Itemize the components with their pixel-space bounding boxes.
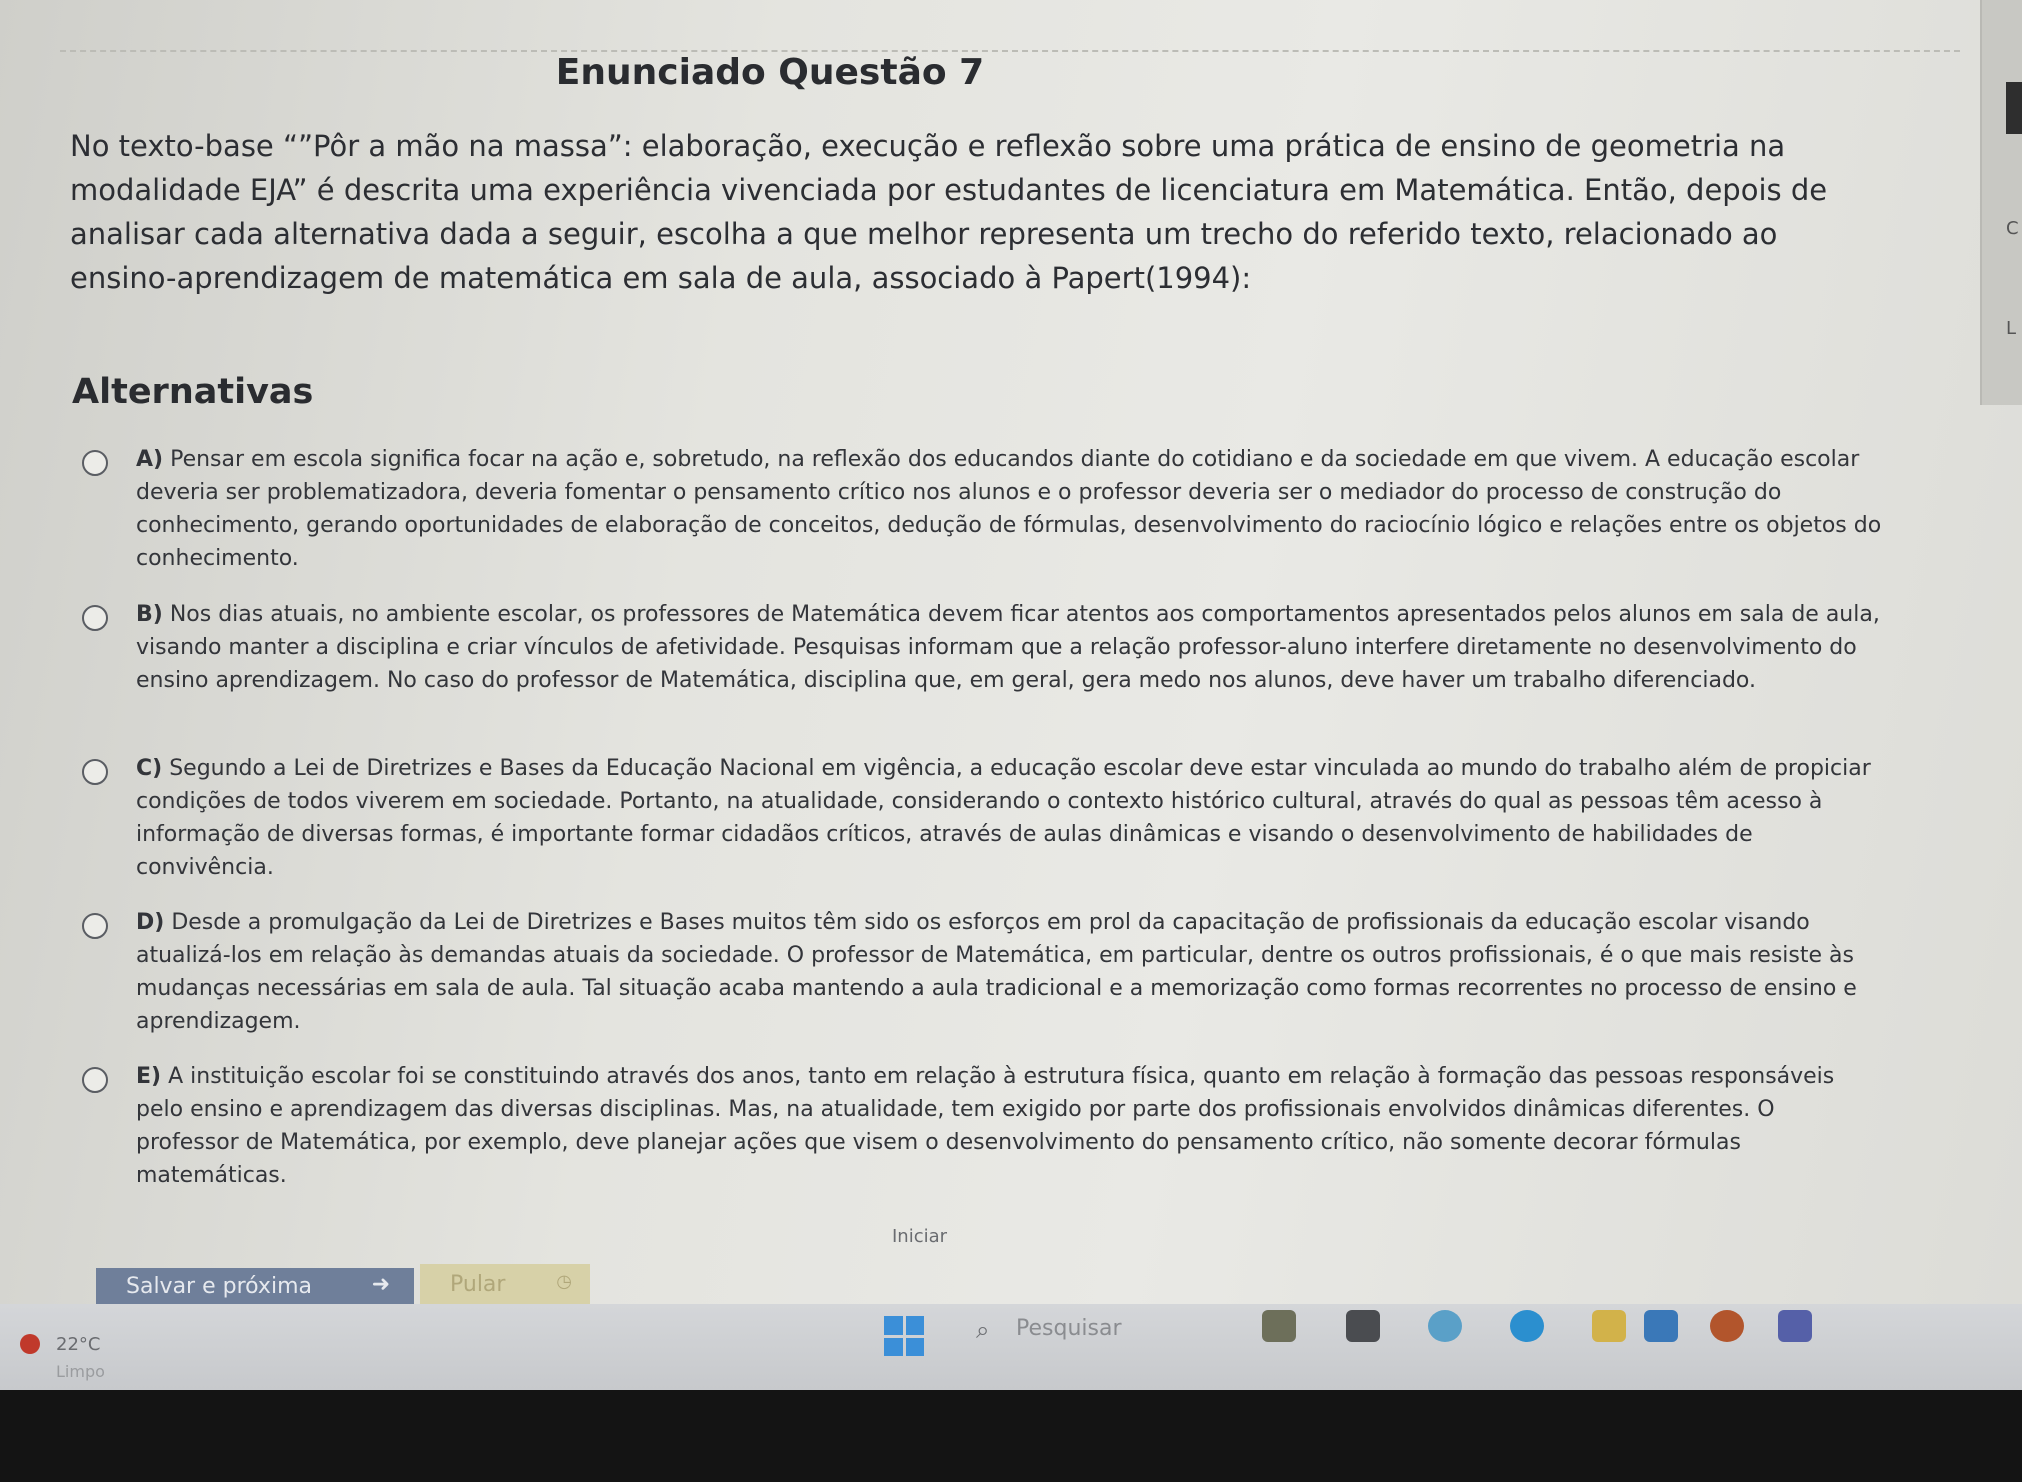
radio-option-e[interactable] — [82, 1067, 108, 1093]
option-letter: B) — [136, 602, 163, 627]
taskbar-search-input[interactable]: Pesquisar — [1016, 1316, 1122, 1341]
taskbar: 22°C Limpo ⌕ Pesquisar — [0, 1304, 2022, 1390]
edge-text: L — [2006, 318, 2017, 339]
option-d[interactable]: D) Desde a promulgação da Lei de Diretri… — [82, 906, 1882, 1038]
arrow-right-icon: ➜ — [371, 1272, 390, 1297]
save-next-button[interactable]: Salvar e próxima ➜ — [96, 1268, 414, 1304]
option-d-text-block: D) Desde a promulgação da Lei de Diretri… — [136, 906, 1882, 1038]
browser-icon[interactable] — [1428, 1310, 1462, 1342]
skip-button[interactable]: Pular ◷ — [420, 1264, 590, 1304]
radio-option-b[interactable] — [82, 605, 108, 631]
folder-icon[interactable] — [1592, 1310, 1626, 1342]
option-c[interactable]: C) Segundo a Lei de Diretrizes e Bases d… — [82, 752, 1882, 884]
radio-option-a[interactable] — [82, 450, 108, 476]
option-text: A instituição escolar foi se constituind… — [136, 1064, 1835, 1188]
iniciar-link[interactable]: Iniciar — [892, 1226, 947, 1247]
option-text: Segundo a Lei de Diretrizes e Bases da E… — [136, 756, 1871, 880]
skip-label: Pular — [450, 1271, 506, 1297]
option-text: Pensar em escola significa focar na ação… — [136, 447, 1882, 571]
radio-option-d[interactable] — [82, 913, 108, 939]
option-letter: D) — [136, 910, 165, 935]
option-e-text-block: E) A instituição escolar foi se constitu… — [136, 1060, 1882, 1192]
option-letter: A) — [136, 447, 164, 472]
option-letter: E) — [136, 1064, 162, 1089]
edge-text: C — [2006, 218, 2019, 239]
option-a-text-block: A) Pensar em escola significa focar na a… — [136, 443, 1882, 575]
question-page: Enunciado Questão 7 No texto-base “”Pôr … — [0, 0, 2022, 1310]
edge-browser-icon[interactable] — [1510, 1310, 1544, 1342]
clock-icon: ◷ — [556, 1271, 572, 1292]
option-a[interactable]: A) Pensar em escola significa focar na a… — [82, 443, 1882, 575]
page-title: Enunciado Questão 7 — [555, 52, 985, 93]
office-icon[interactable] — [1710, 1310, 1744, 1342]
search-icon[interactable]: ⌕ — [976, 1316, 989, 1344]
option-text: Nos dias atuais, no ambiente escolar, os… — [136, 602, 1880, 693]
option-letter: C) — [136, 756, 163, 781]
option-e[interactable]: E) A instituição escolar foi se constitu… — [82, 1060, 1882, 1192]
edge-marker — [2006, 82, 2022, 134]
teams-icon[interactable] — [1778, 1310, 1812, 1342]
radio-option-c[interactable] — [82, 759, 108, 785]
weather-icon[interactable] — [20, 1334, 40, 1354]
option-b[interactable]: B) Nos dias atuais, no ambiente escolar,… — [82, 598, 1882, 697]
question-statement: No texto-base “”Pôr a mão na massa”: ela… — [70, 129, 1828, 295]
option-text: Desde a promulgação da Lei de Diretrizes… — [136, 910, 1857, 1034]
weather-temperature[interactable]: 22°C — [56, 1334, 100, 1355]
app-icon[interactable] — [1262, 1310, 1296, 1342]
save-next-label: Salvar e próxima — [126, 1273, 312, 1299]
option-c-text-block: C) Segundo a Lei de Diretrizes e Bases d… — [136, 752, 1882, 884]
windows-start-icon[interactable] — [884, 1316, 924, 1356]
screen-bezel — [0, 1390, 2022, 1482]
alternatives-heading: Alternativas — [72, 372, 314, 412]
app-icon[interactable] — [1346, 1310, 1380, 1342]
weather-condition: Limpo — [56, 1362, 105, 1381]
store-icon[interactable] — [1644, 1310, 1678, 1342]
side-panel-edge — [1980, 0, 2022, 405]
option-b-text-block: B) Nos dias atuais, no ambiente escolar,… — [136, 598, 1882, 697]
